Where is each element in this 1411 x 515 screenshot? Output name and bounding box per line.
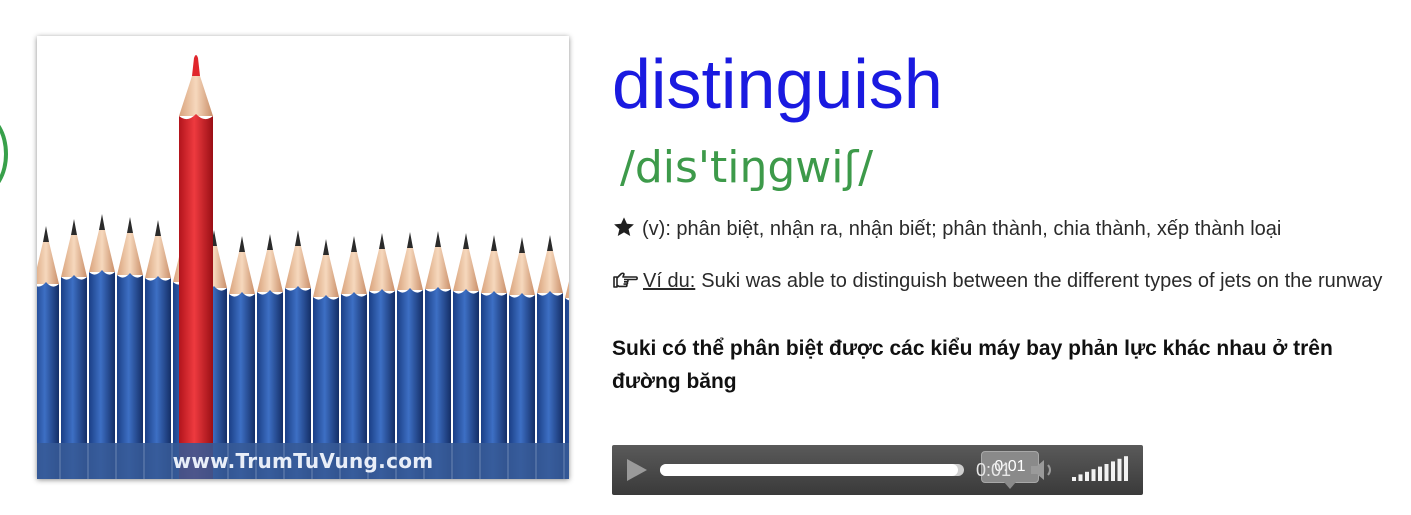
example-translation: Suki có thể phân biệt được các kiểu máy … xyxy=(612,337,1333,393)
speaker-icon[interactable] xyxy=(1028,457,1058,483)
definition-line: (v): phân biệt, nhận ra, nhận biết; phân… xyxy=(612,214,1402,244)
vocabulary-word: distinguish xyxy=(612,45,943,123)
example-label: Ví du: xyxy=(643,270,696,292)
vocabulary-card: www.TrumTuVung.com distinguish /dis'tiŋg… xyxy=(0,0,1411,515)
volume-bar xyxy=(1091,469,1096,481)
example-line: Ví du: Suki was able to distinguish betwe… xyxy=(612,266,1387,297)
illustration-image: www.TrumTuVung.com xyxy=(37,36,569,479)
play-icon[interactable] xyxy=(622,456,650,484)
audio-player: 0:01 0:01 xyxy=(612,445,1143,495)
definition-text: (v): phân biệt, nhận ra, nhận biết; phân… xyxy=(642,218,1282,240)
volume-bar xyxy=(1111,461,1115,481)
example-text: Suki was able to distinguish between the… xyxy=(701,270,1383,292)
edge-decoration xyxy=(0,115,8,193)
red-pencil-body xyxy=(179,114,213,479)
pencils-illustration xyxy=(37,36,569,479)
star-icon xyxy=(614,217,634,236)
progress-bar[interactable]: 0:01 xyxy=(660,451,1039,489)
volume-bar xyxy=(1085,471,1089,481)
pronunciation: /dis'tiŋgwiʃ/ xyxy=(620,142,874,193)
watermark-text: www.TrumTuVung.com xyxy=(37,443,569,479)
progress-fill xyxy=(660,464,958,476)
volume-bar xyxy=(1078,474,1083,481)
current-time: 0:01 xyxy=(976,460,1012,480)
volume-bar xyxy=(1072,477,1076,481)
volume-bar xyxy=(1104,464,1109,481)
volume-bar xyxy=(1117,458,1122,481)
volume-bar xyxy=(1098,466,1102,481)
volume-bar xyxy=(1124,456,1128,481)
pointing-hand-icon xyxy=(613,272,638,288)
volume-slider[interactable] xyxy=(1070,456,1132,484)
